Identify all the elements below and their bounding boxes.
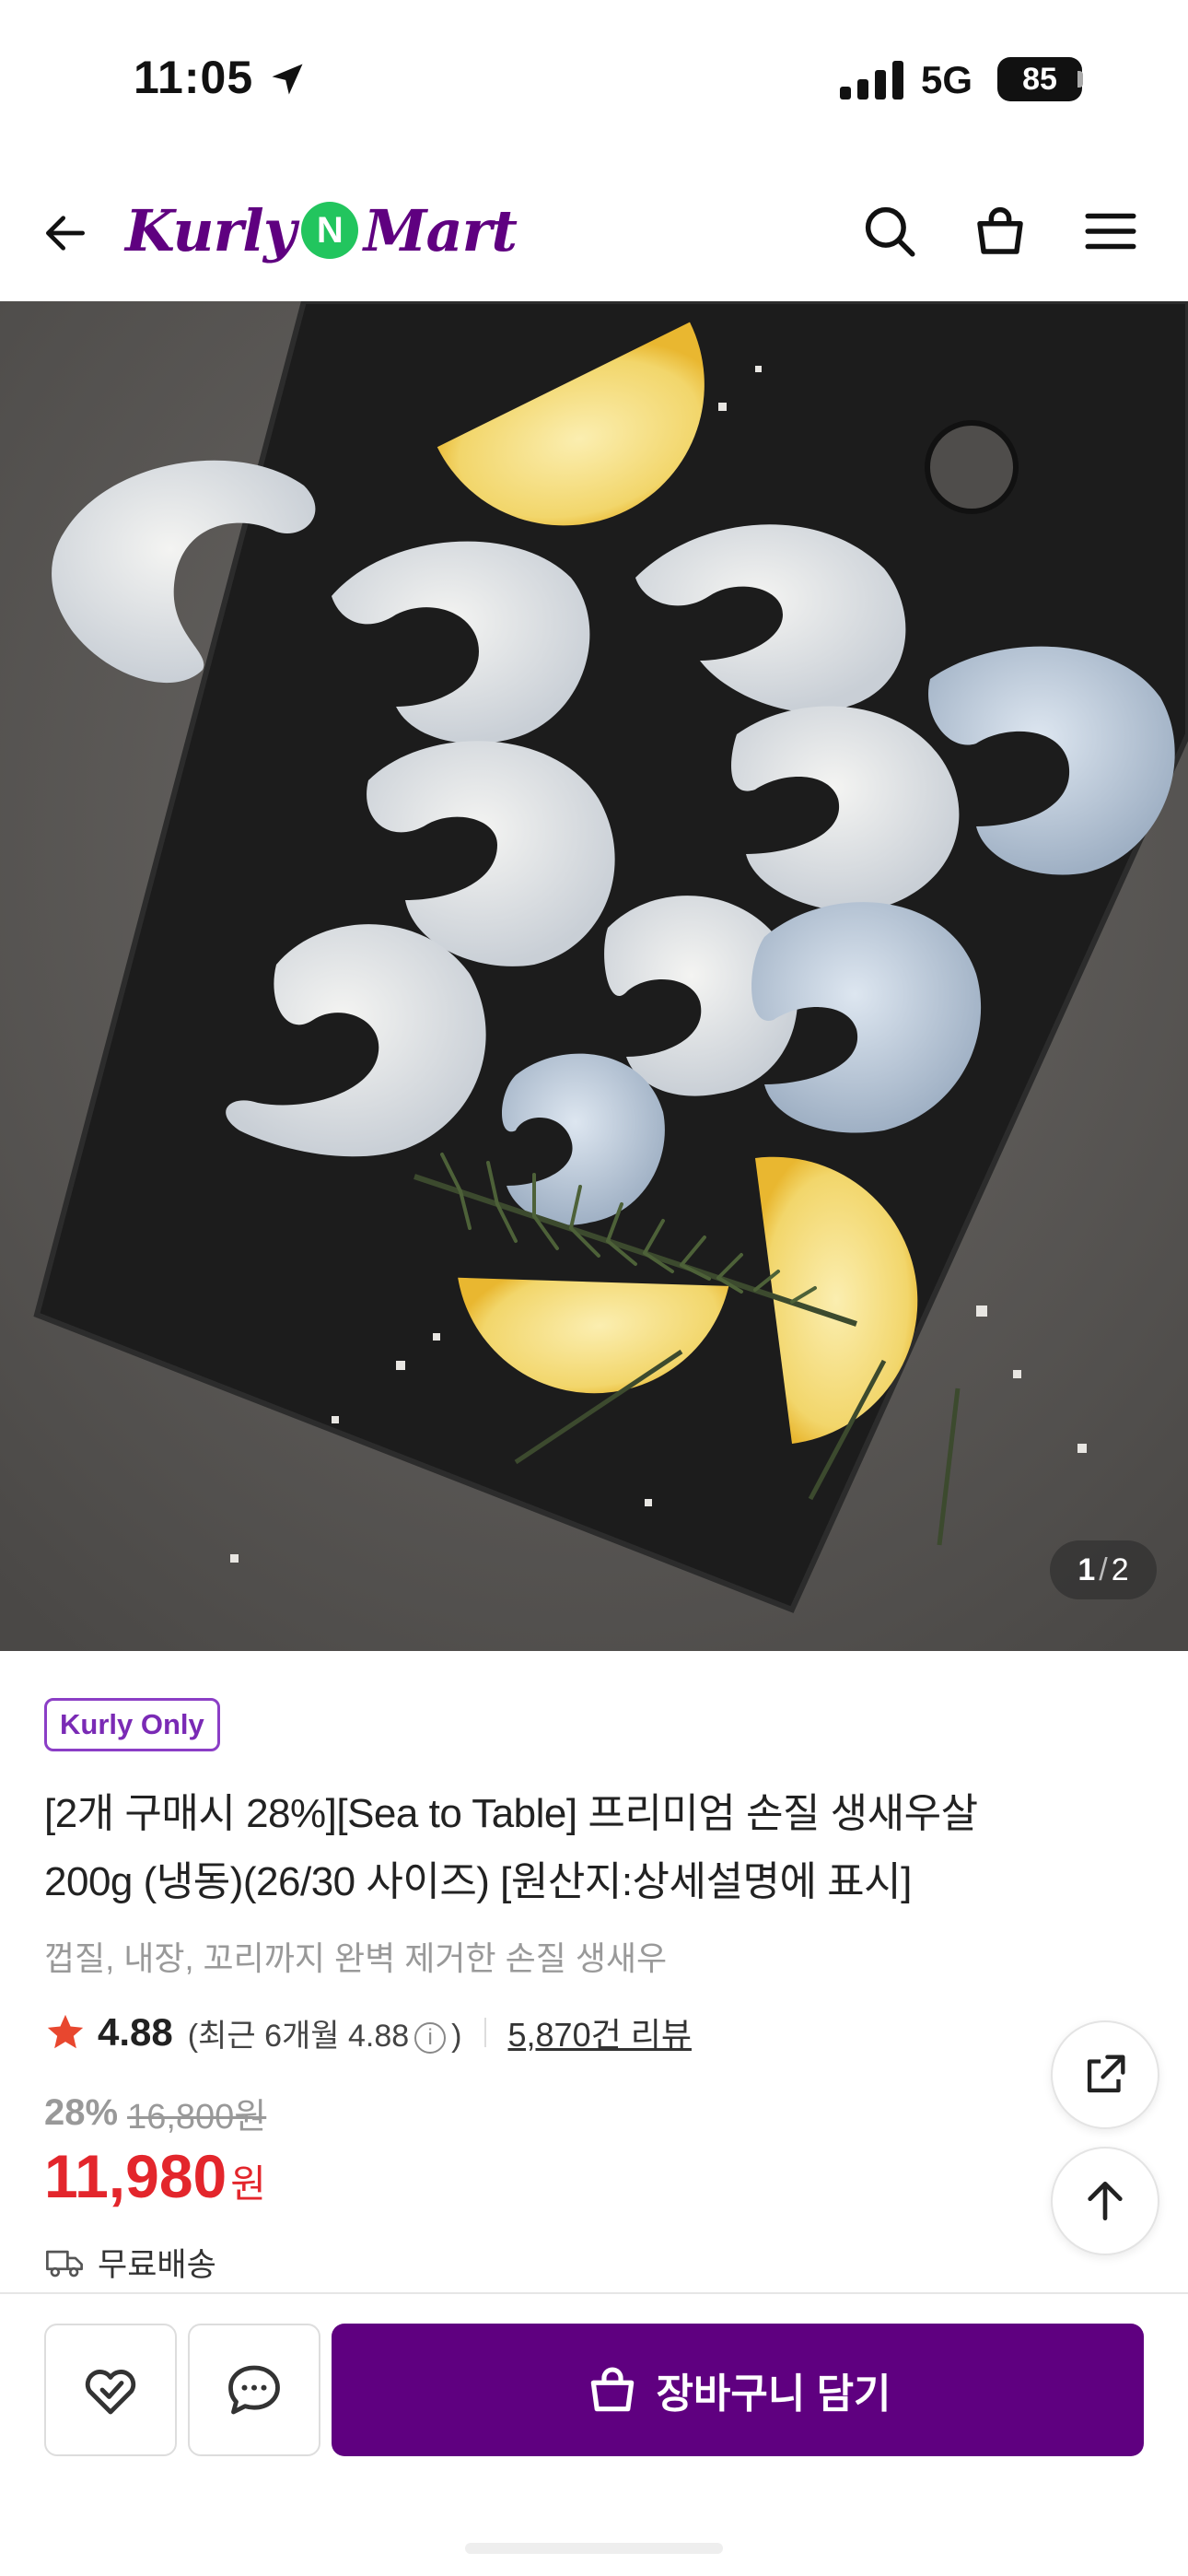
- star-icon: [47, 2014, 84, 2049]
- kurly-n-mart-logo[interactable]: Kurly N Mart: [125, 184, 518, 276]
- logo-text-left: Kurly: [125, 196, 297, 264]
- menu-button[interactable]: [1077, 198, 1144, 264]
- add-to-cart-label: 장바구니 담기: [656, 2371, 891, 2417]
- share-button[interactable]: [1051, 2020, 1159, 2129]
- location-arrow-icon: [272, 64, 303, 95]
- rating-divider: [483, 2018, 486, 2047]
- back-button[interactable]: [33, 201, 98, 265]
- sale-price: 11,980: [44, 2142, 227, 2210]
- wishlist-button[interactable]: [44, 2324, 177, 2456]
- product-title-line1: [2개 구매시 28%][Sea to Table] 프리미엄 손질 생새우살: [44, 1791, 978, 1836]
- pager-total: 2: [1111, 1552, 1129, 1587]
- signal-icon: [840, 61, 903, 100]
- logo-text-right: Mart: [363, 196, 518, 264]
- rating-recent: (최근 6개월 4.88 i): [188, 2010, 462, 2055]
- discount-rate: 28%: [44, 2092, 119, 2133]
- home-indicator[interactable]: [465, 2543, 723, 2554]
- scroll-top-button[interactable]: [1051, 2147, 1159, 2255]
- add-to-cart-button[interactable]: 장바구니 담기: [332, 2324, 1144, 2456]
- product-subtitle: 껍질, 내장, 꼬리까지 완벽 제거한 손질 생새우: [44, 1939, 668, 1977]
- kurly-only-badge: Kurly Only: [44, 1698, 220, 1751]
- hamburger-menu-icon: [1085, 213, 1136, 250]
- battery-icon: 85: [997, 57, 1082, 101]
- logo-n-badge: N: [300, 202, 358, 259]
- rating-value: 4.88: [98, 2010, 173, 2054]
- rating-recent-close: ): [451, 2018, 462, 2054]
- app-header: Kurly N Mart: [0, 157, 1188, 301]
- rating-row: 4.88 (최근 6개월 4.88 i) 5,870건 리뷰: [44, 2007, 692, 2058]
- status-bar: 11:05 5G 85: [0, 0, 1188, 157]
- heart-check-icon: [85, 2370, 136, 2415]
- network-label: 5G: [921, 58, 973, 101]
- review-count-link[interactable]: 5,870건 리뷰: [508, 2008, 692, 2056]
- search-icon: [865, 206, 915, 257]
- product-photo-shrimp: [0, 301, 1188, 1651]
- battery-cap: [1077, 71, 1083, 88]
- battery-level: 85: [1022, 62, 1057, 97]
- delivery-label: 무료배송: [98, 2247, 216, 2283]
- bottom-action-bar: 장바구니 담기: [0, 2292, 1188, 2576]
- chat-bubble-icon: [228, 2365, 280, 2415]
- inquiry-button[interactable]: [188, 2324, 320, 2456]
- pager-current: 1: [1077, 1552, 1096, 1587]
- price-row: 11,980 원: [44, 2141, 266, 2211]
- shopping-bag-icon: [977, 206, 1023, 254]
- original-price: 16,800원: [127, 2098, 267, 2137]
- product-title-line2: 200g (냉동)(26/30 사이즈) [원산지:상세설명에 표시]: [44, 1859, 912, 1904]
- truck-icon: [46, 2250, 83, 2277]
- arrow-left-icon: [46, 216, 85, 251]
- share-icon: [1087, 2055, 1125, 2093]
- product-title: [2개 구매시 28%][Sea to Table] 프리미엄 손질 생새우살 …: [44, 1780, 1122, 1916]
- status-time: 11:05: [134, 52, 254, 103]
- shopping-bag-icon: [591, 2367, 635, 2412]
- cart-button[interactable]: [967, 198, 1033, 264]
- info-icon[interactable]: i: [414, 2021, 447, 2054]
- rating-recent-text: (최근 6개월 4.88: [187, 2018, 410, 2054]
- pager-separator: /: [1099, 1552, 1108, 1587]
- image-pager: 1/2: [1050, 1540, 1157, 1599]
- arrow-up-icon: [1088, 2182, 1123, 2220]
- search-button[interactable]: [856, 198, 923, 264]
- currency-unit: 원: [230, 2162, 266, 2206]
- delivery-info: 무료배송: [44, 2239, 216, 2286]
- product-image-carousel[interactable]: 1/2: [0, 301, 1188, 1651]
- discount-row: 28% 16,800원: [44, 2088, 266, 2138]
